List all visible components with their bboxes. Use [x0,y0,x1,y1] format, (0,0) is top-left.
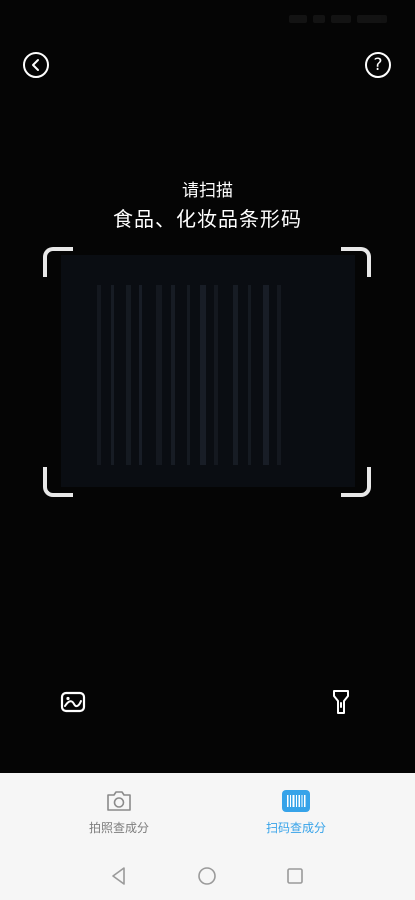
bottom-tab-bar: 拍照查成分 扫码查成分 [0,773,415,851]
tab-scan-check[interactable]: 扫码查成分 [236,789,356,836]
barcode-icon [282,790,310,812]
system-nav-bar [0,851,415,900]
camera-viewfinder: ? 请扫描 食品、化妆品条形码 [0,0,415,773]
square-recent-icon [287,868,303,884]
question-icon: ? [373,54,383,75]
frame-corner-bottom-left [43,467,73,497]
help-button[interactable]: ? [365,52,391,78]
tab-photo-check[interactable]: 拍照查成分 [59,789,179,836]
barcode-preview [91,285,321,465]
tab-label-scan: 扫码查成分 [265,821,326,835]
frame-corner-bottom-right [341,467,371,497]
album-button[interactable] [53,682,93,722]
tab-label-photo: 拍照查成分 [88,821,149,835]
status-bar [277,12,387,26]
camera-icon [107,791,131,811]
scan-frame [43,247,371,497]
triangle-back-icon [112,867,125,885]
gallery-icon [60,691,86,713]
frame-corner-top-right [341,247,371,277]
back-button[interactable] [23,52,49,78]
nav-home-button[interactable] [196,865,218,887]
flashlight-button[interactable] [321,682,361,722]
scan-prompt-title: 请扫描 [182,181,233,201]
nav-back-button[interactable] [108,865,130,887]
frame-corner-top-left [43,247,73,277]
flashlight-icon [333,690,349,714]
circle-home-icon [198,867,216,885]
chevron-left-icon [32,59,39,71]
scan-prompt-subtitle: 食品、化妆品条形码 [113,207,302,231]
scan-area [61,255,355,487]
scanner-screen: ? 请扫描 食品、化妆品条形码 拍照查成分 扫码查成分 [0,0,415,900]
nav-recent-button[interactable] [284,865,306,887]
